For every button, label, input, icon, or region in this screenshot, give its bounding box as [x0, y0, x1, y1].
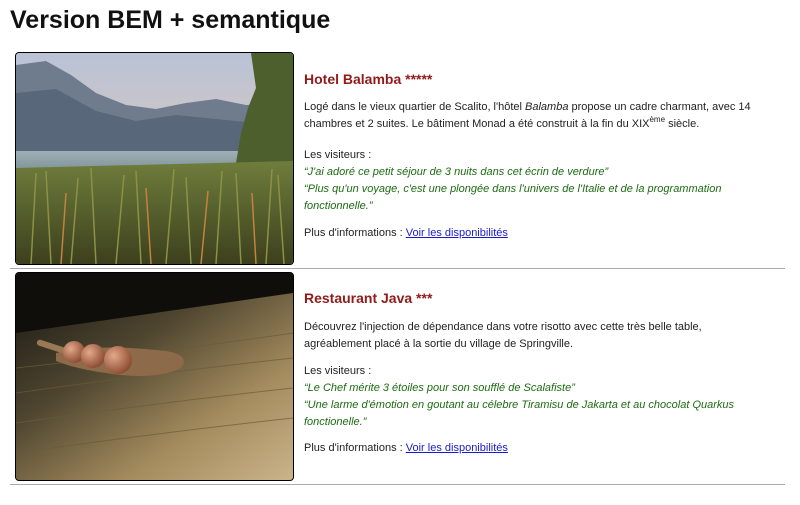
- restaurant-image: [15, 272, 294, 481]
- visitor-quote: “Plus qu'un voyage, c'est une plongée da…: [304, 183, 722, 212]
- page-title: Version BEM + semantique: [10, 6, 331, 34]
- card-title: Hotel Balamba *****: [304, 71, 433, 87]
- availability-link[interactable]: Voir les disponibilités: [406, 442, 508, 454]
- hotel-name-emphasis: Balamba: [525, 101, 569, 113]
- visitors-label: Les visiteurs :: [304, 365, 372, 377]
- card-description: Découvrez l'injection de dépendance dans…: [304, 321, 702, 350]
- century-superscript: ème: [649, 115, 666, 124]
- hotel-image: [15, 52, 294, 265]
- visitor-quote: “J'ai adoré ce petit séjour de 3 nuits d…: [304, 166, 609, 178]
- availability-link[interactable]: Voir les disponibilités: [406, 227, 508, 239]
- more-info-label: Plus d'informations :: [304, 442, 406, 454]
- more-info: Plus d'informations : Voir les disponibi…: [304, 440, 508, 457]
- card-description: Logé dans le vieux quartier de Scalito, …: [304, 99, 766, 133]
- description-text: siècle.: [665, 118, 700, 130]
- visitor-quote: “Une larme d'émotion en goutant au céleb…: [304, 399, 735, 428]
- visitor-quote: “Le Chef mérite 3 étoiles pour son souff…: [304, 382, 575, 394]
- card-divider: [10, 484, 785, 485]
- visitors-section: Les visiteurs : “Le Chef mérite 3 étoile…: [304, 363, 774, 431]
- description-text: Logé dans le vieux quartier de Scalito, …: [304, 101, 526, 113]
- more-info-label: Plus d'informations :: [304, 227, 406, 239]
- card-title: Restaurant Java ***: [304, 290, 433, 306]
- more-info: Plus d'informations : Voir les disponibi…: [304, 225, 508, 242]
- hotel-card: Hotel Balamba ***** Logé dans le vieux q…: [10, 52, 785, 268]
- visitors-label: Les visiteurs :: [304, 149, 372, 161]
- visitors-section: Les visiteurs : “J'ai adoré ce petit séj…: [304, 147, 774, 215]
- restaurant-card: Restaurant Java *** Découvrez l'injectio…: [10, 269, 785, 484]
